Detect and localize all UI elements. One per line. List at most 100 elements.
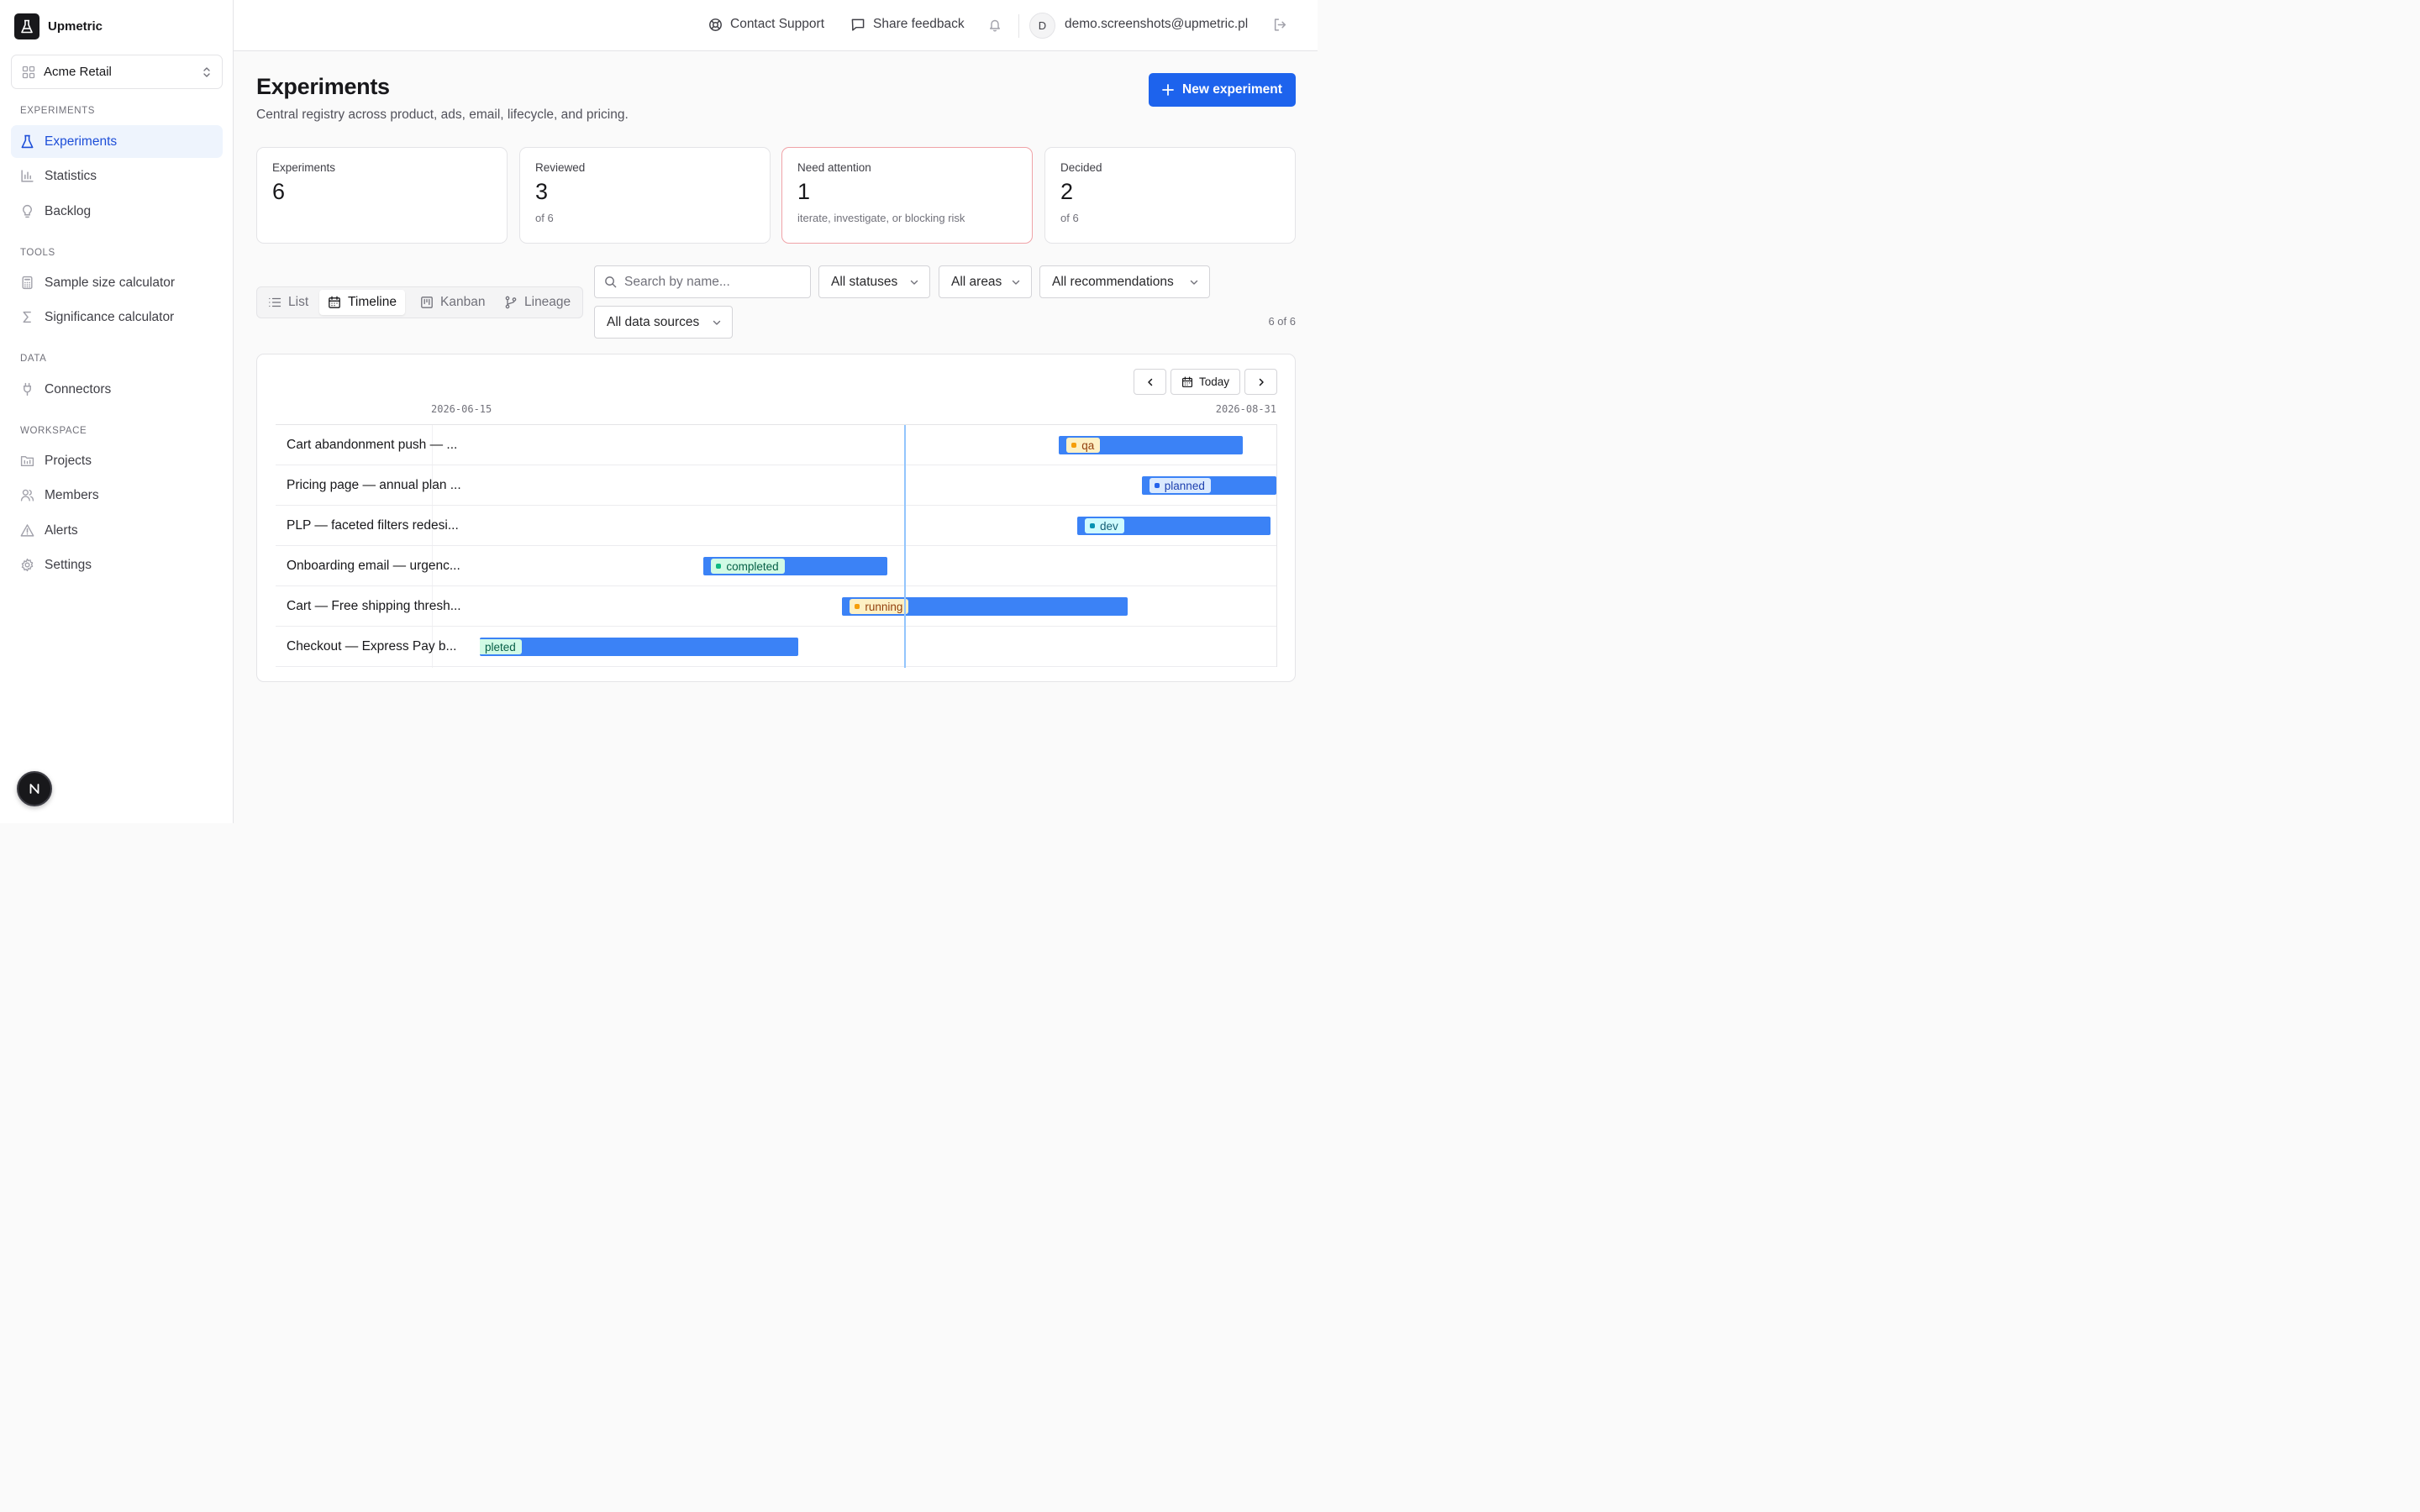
stat-value: 6 [272, 179, 286, 204]
sidebar-item-connectors[interactable]: Connectors [11, 373, 223, 406]
lifebuoy-icon [709, 18, 722, 31]
timeline-row[interactable]: Cart — Free shipping thresh... running [276, 586, 1276, 627]
tab-kanban[interactable]: Kanban [412, 290, 493, 315]
status-label: planned [1164, 479, 1205, 492]
next-period-button[interactable] [1244, 369, 1277, 395]
tab-label: Lineage [524, 295, 571, 309]
sidebar-item-label: Alerts [45, 522, 78, 538]
experiment-bar[interactable]: completed [703, 557, 888, 575]
logout-button[interactable] [1273, 18, 1287, 32]
sidebar-item-statistics[interactable]: Statistics [11, 160, 223, 192]
experiment-bar[interactable]: dev [1077, 517, 1271, 535]
tab-label: List [288, 295, 309, 309]
search-field[interactable] [594, 265, 811, 298]
experiment-name[interactable]: Cart — Free shipping thresh... [287, 599, 461, 614]
section-title-experiments: Experiments [20, 106, 96, 116]
timeline-grid: Cart abandonment push — ... qa Pricing pag… [276, 424, 1277, 668]
experiment-name[interactable]: Checkout — Express Pay b... [287, 639, 456, 654]
experiment-name[interactable]: Onboarding email — urgenc... [287, 559, 460, 574]
status-dot [1154, 483, 1160, 488]
new-experiment-label: New experiment [1182, 82, 1282, 97]
view-switcher: List Timeline Kanban Lineage [256, 286, 583, 318]
recommendation-filter-select[interactable]: All recommendations [1039, 265, 1210, 298]
sidebar-item-label: Sample size calculator [45, 275, 176, 290]
timeline-row[interactable]: Onboarding email — urgenc... completed [276, 546, 1276, 586]
user-email: demo.screenshots@upmetric.pl [1065, 17, 1249, 31]
avatar[interactable]: D [1029, 13, 1055, 39]
timeline-row[interactable]: PLP — faceted filters redesi... dev [276, 506, 1276, 546]
section-title-workspace: Workspace [20, 426, 87, 436]
chevron-down-icon [1012, 280, 1020, 285]
search-icon [605, 276, 617, 288]
sidebar-item-experiments[interactable]: Experiments [11, 125, 223, 158]
recommendation-filter-value: All recommendations [1052, 274, 1174, 289]
today-button[interactable]: Today [1171, 369, 1240, 395]
section-title-tools: Tools [20, 248, 55, 258]
calculator-icon [22, 276, 33, 290]
experiment-bar[interactable]: running [842, 597, 1128, 616]
workspace-name: Acme Retail [44, 65, 112, 79]
area-filter-value: All areas [951, 274, 1002, 289]
tab-timeline[interactable]: Timeline [319, 290, 405, 315]
stat-sub: of 6 [535, 212, 554, 224]
status-filter-select[interactable]: All statuses [818, 265, 930, 298]
share-feedback-link[interactable]: Share feedback [850, 17, 965, 32]
sidebar-item-projects[interactable]: Projects [11, 444, 223, 477]
sidebar-item-label: Settings [45, 557, 92, 572]
timeline-row[interactable]: Checkout — Express Pay b... pleted [276, 627, 1276, 667]
git-branch-icon [505, 296, 517, 309]
sidebar-item-significance-calculator[interactable]: Significance calculator [11, 301, 223, 333]
status-chip: dev [1085, 518, 1124, 533]
calendar-icon [1181, 376, 1193, 387]
search-input[interactable] [624, 274, 792, 290]
n-logo-icon [29, 784, 39, 794]
app-name: Upmetric [48, 19, 103, 34]
dev-tools-badge[interactable] [17, 771, 52, 806]
sidebar-item-alerts[interactable]: Alerts [11, 514, 223, 547]
stat-label: Decided [1060, 161, 1102, 174]
brand[interactable]: Upmetric [14, 13, 103, 39]
data-source-filter-select[interactable]: All data sources [594, 306, 733, 339]
sidebar-item-backlog[interactable]: Backlog [11, 195, 223, 228]
timeline-end-date: 2026-08-31 [1215, 403, 1276, 415]
grid-icon [22, 66, 35, 78]
gear-icon [21, 558, 34, 572]
tab-label: Timeline [348, 295, 397, 309]
sidebar-item-label: Backlog [45, 203, 92, 218]
notifications-button[interactable] [988, 18, 1002, 32]
stat-label: Experiments [272, 161, 336, 174]
sidebar-item-settings[interactable]: Settings [11, 549, 223, 581]
sidebar-item-label: Significance calculator [45, 309, 175, 324]
experiment-name[interactable]: Cart abandonment push — ... [287, 438, 457, 453]
experiment-bar[interactable]: pleted [480, 638, 799, 656]
timeline-row[interactable]: Cart abandonment push — ... qa [276, 425, 1276, 465]
stat-label: Need attention [797, 161, 871, 174]
calendar-icon [329, 296, 340, 308]
today-label: Today [1198, 375, 1230, 388]
sidebar-item-sample-size-calculator[interactable]: Sample size calculator [11, 266, 223, 299]
experiment-name[interactable]: PLP — faceted filters redesi... [287, 518, 459, 533]
new-experiment-button[interactable]: New experiment [1149, 73, 1296, 107]
sidebar-item-members[interactable]: Members [11, 479, 223, 512]
share-feedback-label: Share feedback [873, 17, 965, 31]
experiment-bar[interactable]: qa [1059, 436, 1244, 454]
sigma-icon [23, 311, 31, 323]
status-dot [1090, 523, 1095, 528]
list-icon [269, 297, 281, 307]
timeline-row[interactable]: Pricing page — annual plan ... planned [276, 465, 1276, 506]
chevron-left-icon [1147, 378, 1152, 386]
bell-icon [990, 19, 1000, 32]
contact-support-link[interactable]: Contact Support [708, 17, 824, 32]
area-filter-select[interactable]: All areas [939, 265, 1032, 298]
lightbulb-icon [23, 204, 32, 218]
tab-list[interactable]: List [260, 290, 317, 315]
sidebar-item-label: Members [45, 487, 99, 502]
previous-period-button[interactable] [1134, 369, 1166, 395]
experiment-name[interactable]: Pricing page — annual plan ... [287, 478, 461, 493]
experiment-bar[interactable]: planned [1141, 476, 1276, 495]
stat-card-decided: Decided 2 of 6 [1044, 147, 1296, 244]
plug-icon [24, 382, 31, 396]
tab-lineage[interactable]: Lineage [496, 290, 579, 315]
workspace-switcher[interactable]: Acme Retail [11, 55, 223, 89]
logout-icon [1274, 18, 1286, 31]
